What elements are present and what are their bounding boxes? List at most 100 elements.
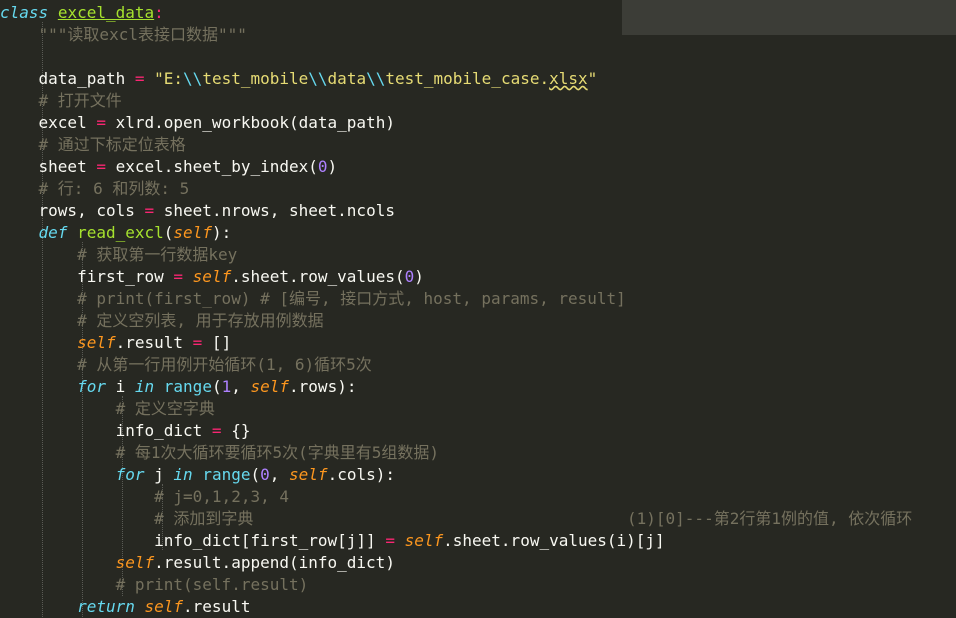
code-token: =	[134, 69, 145, 88]
code-line[interactable]: sheet = excel.sheet_by_index(0)	[0, 156, 338, 178]
code-token: )	[327, 157, 338, 176]
code-line[interactable]: # 打开文件	[0, 90, 122, 112]
code-token: # 添加到字典	[154, 509, 254, 528]
code-token: self	[192, 267, 232, 286]
code-line[interactable]: class excel_data:	[0, 2, 164, 24]
code-token: # 定义空列表, 用于存放用例数据	[77, 311, 324, 330]
code-token: in	[173, 465, 193, 484]
code-token: \\	[366, 69, 386, 88]
code-token: return	[77, 597, 135, 616]
code-token: rows, cols	[0, 201, 145, 220]
code-token: range	[202, 465, 251, 484]
code-token: first_row	[0, 267, 174, 286]
code-token: j	[144, 465, 174, 484]
code-token: class	[0, 3, 49, 22]
code-line[interactable]: def read_excl(self):	[0, 222, 232, 244]
code-token: .rows):	[289, 377, 357, 396]
code-token: []	[202, 333, 232, 352]
code-token: self	[404, 531, 444, 550]
code-line[interactable]: self.result = []	[0, 332, 231, 354]
code-token: xlsx	[549, 69, 588, 88]
code-line[interactable]: # 每1次大循环要循环5次(字典里有5组数据)	[0, 442, 439, 464]
code-editor[interactable]: class excel_data: """读取excl表接口数据""" data…	[0, 0, 956, 617]
code-token: # 行: 6 和列数: 5	[38, 179, 190, 198]
code-token: 1	[221, 377, 232, 396]
code-token: ):	[211, 223, 232, 242]
code-token: =	[385, 531, 395, 550]
code-token: # 每1次大循环要循环5次(字典里有5组数据)	[115, 443, 440, 462]
code-token: self	[173, 223, 212, 242]
code-line[interactable]: info_dict[first_row[j]] = self.sheet.row…	[0, 530, 665, 552]
code-line[interactable]: # 添加到字典	[0, 508, 253, 530]
code-token: # print(self.result)	[115, 575, 309, 594]
code-token: xlrd.open_workbook(data_path)	[105, 113, 395, 132]
code-token: for	[77, 377, 106, 396]
code-token: )	[414, 267, 424, 286]
code-token: range	[163, 377, 212, 396]
code-token: data_path	[0, 69, 135, 88]
code-line[interactable]: # j=0,1,2,3, 4	[0, 486, 289, 508]
code-token: excel.sheet_by_index(	[105, 157, 318, 176]
code-token: =	[173, 267, 184, 286]
code-token: =	[211, 421, 222, 440]
minimap-panel[interactable]	[622, 0, 956, 35]
code-token: (	[250, 465, 261, 484]
code-token: \\	[183, 69, 203, 88]
code-token: data	[327, 69, 367, 88]
code-line[interactable]: for j in range(0, self.cols):	[0, 464, 395, 486]
code-line[interactable]: # print(first_row) # [编号, 接口方式, host, pa…	[0, 288, 626, 310]
code-token: in	[134, 377, 155, 396]
code-line[interactable]: # 行: 6 和列数: 5	[0, 178, 190, 200]
code-token: self	[250, 377, 290, 396]
code-token: # 从第一行用例开始循环(1, 6)循环5次	[77, 355, 372, 374]
code-token: # j=0,1,2,3, 4	[154, 487, 289, 506]
code-line[interactable]: # 定义空列表, 用于存放用例数据	[0, 310, 324, 332]
trailing-comment: (1)[0]---第2行第1例的值, 依次循环	[627, 509, 913, 528]
code-token: i	[105, 377, 135, 396]
code-token: "	[587, 69, 598, 88]
code-token: ,	[231, 377, 251, 396]
code-token: self	[115, 553, 155, 572]
code-token: # print(first_row) # [编号, 接口方式, host, pa…	[77, 289, 626, 308]
code-line[interactable]: for i in range(1, self.rows):	[0, 376, 356, 398]
code-line[interactable]: # 通过下标定位表格	[0, 134, 186, 156]
code-token: def	[38, 223, 68, 242]
code-token: test_mobile	[202, 69, 309, 88]
code-token: 0	[317, 157, 328, 176]
code-line[interactable]: # print(self.result)	[0, 574, 309, 596]
code-line[interactable]: # 定义空字典	[0, 398, 215, 420]
code-token: \\	[308, 69, 328, 88]
code-line[interactable]: data_path = "E:\\test_mobile\\data\\test…	[0, 68, 598, 90]
code-line[interactable]: # 获取第一行数据key	[0, 244, 237, 266]
code-line[interactable]: self.result.append(info_dict)	[0, 552, 395, 574]
code-line[interactable]: excel = xlrd.open_workbook(data_path)	[0, 112, 395, 134]
code-line[interactable]: return self.result	[0, 596, 250, 618]
code-line[interactable]: """读取excl表接口数据"""	[0, 24, 247, 46]
code-token: sheet	[0, 157, 97, 176]
code-line[interactable]: info_dict = {}	[0, 420, 251, 442]
code-line[interactable]: rows, cols = sheet.nrows, sheet.ncols	[0, 200, 395, 222]
code-line[interactable]: # 从第一行用例开始循环(1, 6)循环5次	[0, 354, 372, 376]
code-token: # 通过下标定位表格	[38, 135, 186, 154]
code-token: .result	[115, 333, 193, 352]
code-line[interactable]: first_row = self.sheet.row_values(0)	[0, 266, 424, 288]
